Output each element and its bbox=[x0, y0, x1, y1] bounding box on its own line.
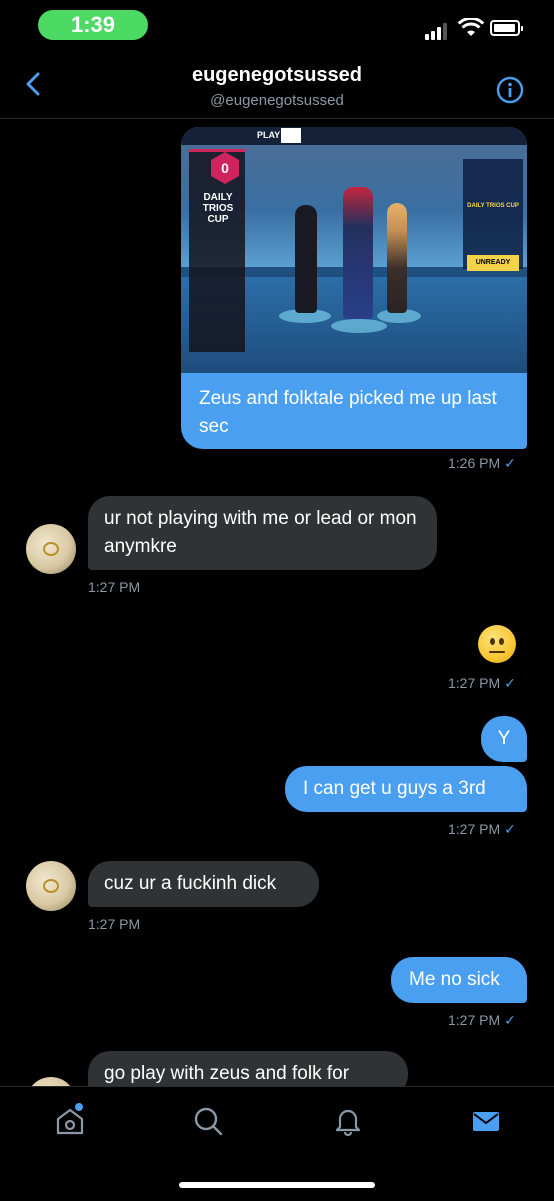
message-bubble-incoming[interactable]: go play with zeus and folk for bbox=[88, 1051, 408, 1086]
search-icon[interactable] bbox=[192, 1105, 224, 1137]
conversation-handle: @eugenegotsussed bbox=[210, 92, 344, 109]
message-timestamp: 1:27 PM ✓ bbox=[448, 1012, 516, 1028]
message-bubble-outgoing[interactable]: I can get u guys a 3rd bbox=[285, 766, 527, 812]
conversation-title[interactable]: eugenegotsussed bbox=[0, 64, 554, 87]
message-timestamp: 1:27 PM ✓ bbox=[448, 821, 516, 837]
wifi-icon bbox=[458, 18, 484, 36]
game-unready-button: UNREADY bbox=[467, 255, 519, 271]
game-left-panel: 0 DAILY TRIOS CUP bbox=[189, 149, 245, 352]
status-bar: 1:39 bbox=[0, 0, 554, 52]
game-badge: 0 bbox=[211, 152, 239, 184]
notifications-bell-icon[interactable] bbox=[332, 1105, 364, 1137]
character-figure bbox=[295, 205, 317, 313]
message-bubble-incoming[interactable]: ur not playing with me or lead or mon an… bbox=[88, 496, 437, 570]
game-play-button bbox=[281, 128, 301, 143]
message-bubble-incoming[interactable]: cuz ur a fuckinh dick bbox=[88, 861, 319, 907]
character-figure bbox=[387, 203, 407, 313]
avatar[interactable] bbox=[26, 861, 76, 911]
message-list[interactable]: PLAY 0 DAILY TRIOS CUP DAILY TRIOS CUP U… bbox=[0, 119, 554, 1086]
cellular-signal-icon bbox=[425, 20, 453, 40]
avatar[interactable] bbox=[26, 1077, 76, 1086]
message-bubble-outgoing[interactable]: Y bbox=[481, 716, 527, 762]
home-indicator bbox=[179, 1182, 375, 1188]
info-icon[interactable] bbox=[496, 76, 524, 104]
game-cup-title: DAILY TRIOS CUP bbox=[202, 192, 234, 225]
messages-envelope-icon[interactable] bbox=[470, 1105, 502, 1137]
game-play-label: PLAY bbox=[257, 130, 281, 140]
message-image[interactable]: PLAY 0 DAILY TRIOS CUP DAILY TRIOS CUP U… bbox=[181, 127, 527, 373]
neutral-face-emoji-icon[interactable] bbox=[478, 625, 516, 663]
message-bubble-outgoing[interactable]: Me no sick bbox=[391, 957, 527, 1003]
character-figure bbox=[343, 187, 373, 319]
conversation-header: eugenegotsussed @eugenegotsussed bbox=[0, 52, 554, 119]
game-top-bar: PLAY bbox=[181, 127, 527, 145]
message-timestamp: 1:27 PM bbox=[88, 579, 141, 595]
game-right-panel: DAILY TRIOS CUP bbox=[463, 159, 523, 269]
avatar[interactable] bbox=[26, 524, 76, 574]
home-notification-dot bbox=[75, 1103, 83, 1111]
message-timestamp: 1:26 PM ✓ bbox=[448, 455, 516, 471]
game-right-title: DAILY TRIOS CUP bbox=[467, 203, 519, 209]
status-time: 1:39 bbox=[38, 10, 148, 40]
message-bubble-outgoing[interactable]: Zeus and folktale picked me up last sec bbox=[181, 373, 527, 449]
character-pad bbox=[331, 319, 387, 333]
battery-icon bbox=[490, 20, 523, 36]
message-timestamp: 1:27 PM bbox=[88, 916, 141, 932]
message-timestamp: 1:27 PM ✓ bbox=[448, 675, 516, 691]
